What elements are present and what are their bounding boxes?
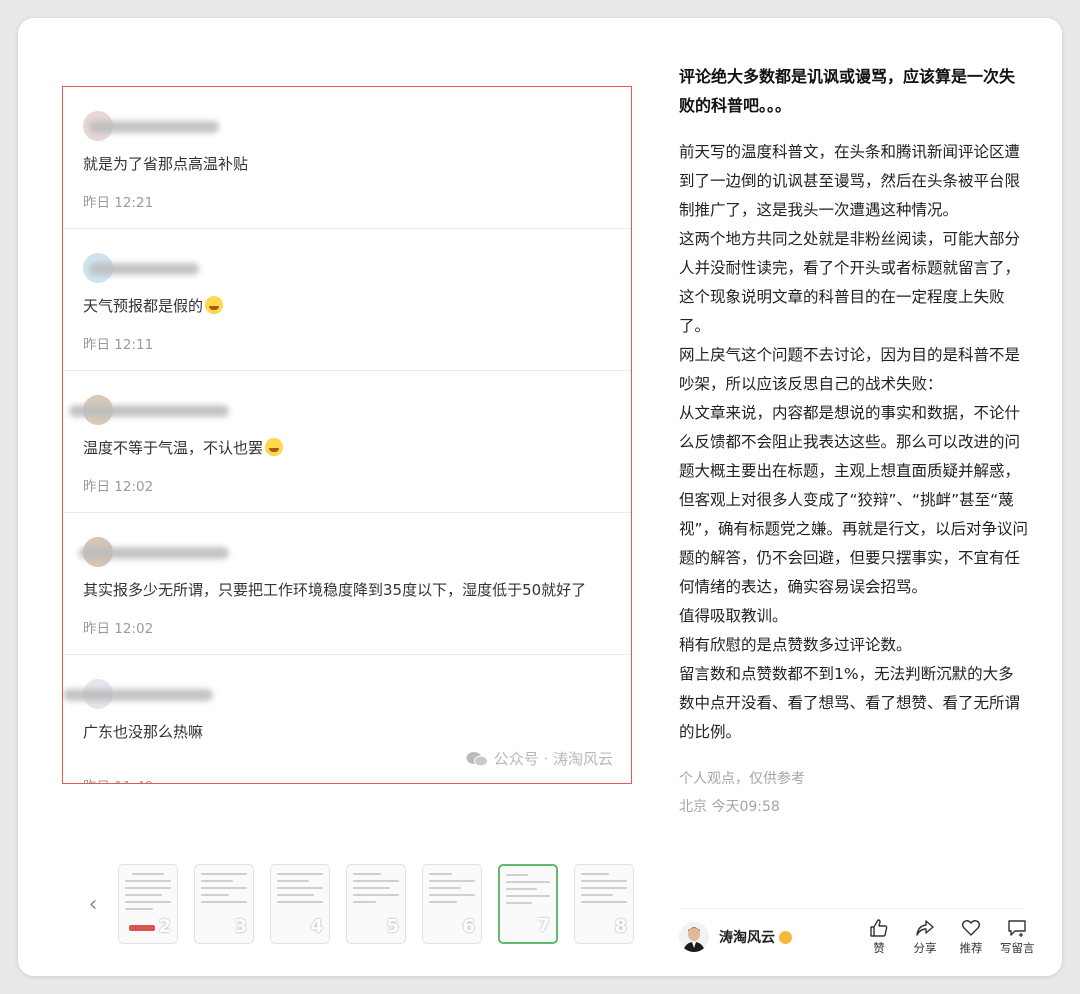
blurred-username bbox=[79, 547, 229, 559]
thumbnail-5[interactable]: 5 bbox=[346, 864, 406, 944]
comment-text: 其实报多少无所谓，只要把工作环境稳度降到35度以下，湿度低于50就好了 bbox=[83, 581, 587, 599]
write-comment-button[interactable]: 写留言 bbox=[1000, 918, 1035, 956]
post-card: 就是为了省那点高温补贴 昨日 12:21 天气预报都是假的 昨日 12:11 温… bbox=[18, 18, 1062, 976]
post-note: 个人观点，仅供参考 bbox=[679, 771, 805, 787]
author-name[interactable]: 涛淘风云 bbox=[719, 927, 775, 947]
thumbnail-number: 4 bbox=[310, 916, 323, 937]
thumbnail-2[interactable]: 2 bbox=[118, 864, 178, 944]
author-info[interactable]: 涛淘风云 bbox=[679, 922, 792, 952]
comment-text: 广东也没那么热嘛 bbox=[83, 723, 204, 741]
comment-screenshot[interactable]: 就是为了省那点高温补贴 昨日 12:21 天气预报都是假的 昨日 12:11 温… bbox=[62, 86, 632, 784]
watermark-text: 公众号 · 涛淘风云 bbox=[493, 750, 613, 768]
comment-time: 昨日 11:49 bbox=[83, 775, 153, 783]
comment-item: 其实报多少无所谓，只要把工作环境稳度降到35度以下，湿度低于50就好了 昨日 1… bbox=[63, 513, 631, 655]
thumbnail-4[interactable]: 4 bbox=[270, 864, 330, 944]
post-location-time: 北京 今天09:58 bbox=[679, 799, 780, 815]
share-icon bbox=[916, 920, 934, 936]
verified-badge-icon bbox=[779, 930, 792, 944]
comment-text: 就是为了省那点高温补贴 bbox=[83, 155, 249, 173]
write-comment-label: 写留言 bbox=[1000, 941, 1035, 955]
recommend-button[interactable]: 推荐 bbox=[954, 918, 988, 956]
post-meta: 个人观点，仅供参考 北京 今天09:58 bbox=[679, 765, 1029, 821]
comment-item: 就是为了省那点高温补贴 昨日 12:21 bbox=[63, 87, 631, 229]
like-button[interactable]: 赞 bbox=[862, 918, 896, 956]
thumbnail-number: 2 bbox=[158, 916, 171, 937]
action-bar: 赞 分享 推荐 写留言 bbox=[862, 918, 1035, 956]
author-avatar[interactable] bbox=[679, 922, 709, 952]
comment-item: 天气预报都是假的 昨日 12:11 bbox=[63, 229, 631, 371]
post-content: 评论绝大多数都是讥讽或谩骂，应该算是一次失败的科普吧。。。 前天写的温度科普文，… bbox=[679, 62, 1029, 821]
post-paragraph: 前天写的温度科普文，在头条和腾讯新闻评论区遭到了一边倒的讥讽甚至谩骂，然后在头条… bbox=[679, 143, 1021, 219]
post-paragraph: 网上戾气这个问题不去讨论，因为目的是科普不是吵架，所以应该反思自己的战术失败： bbox=[679, 346, 1021, 393]
prev-image-button[interactable]: ‹ bbox=[84, 890, 102, 920]
blurred-username bbox=[89, 263, 199, 275]
post-paragraph: 这两个地方共同之处就是非粉丝阅读，可能大部分人并没耐性读完，看了个开头或者标题就… bbox=[679, 230, 1021, 335]
post-title: 评论绝大多数都是讥讽或谩骂，应该算是一次失败的科普吧。。。 bbox=[679, 67, 1016, 115]
comment-item: 温度不等于气温，不认也罢 昨日 12:02 bbox=[63, 371, 631, 513]
comment-text: 温度不等于气温，不认也罢 bbox=[83, 437, 284, 458]
share-label: 分享 bbox=[913, 941, 937, 955]
thumbnail-8[interactable]: 8 bbox=[574, 864, 634, 944]
thumbnail-3[interactable]: 3 bbox=[194, 864, 254, 944]
thumbnail-number: 3 bbox=[234, 916, 247, 937]
post-body: 前天写的温度科普文，在头条和腾讯新闻评论区遭到了一边倒的讥讽甚至谩骂，然后在头条… bbox=[679, 138, 1029, 747]
divider bbox=[679, 908, 1023, 909]
heart-icon bbox=[961, 920, 981, 936]
watermark: 公众号 · 涛淘风云 bbox=[466, 748, 613, 769]
thumbnail-7[interactable]: 7 bbox=[498, 864, 558, 944]
blurred-username bbox=[69, 405, 229, 417]
recommend-label: 推荐 bbox=[959, 941, 983, 955]
like-icon bbox=[870, 919, 888, 937]
post-paragraph: 从文章来说，内容都是想说的事实和数据，不论什么反馈都不会阻止我表达这些。那么可以… bbox=[679, 404, 1029, 596]
comment-time: 昨日 12:02 bbox=[83, 479, 154, 495]
share-button[interactable]: 分享 bbox=[908, 918, 942, 956]
laughing-emoji-icon bbox=[205, 296, 224, 314]
comment-time: 昨日 12:02 bbox=[83, 621, 154, 637]
post-paragraph: 留言数和点赞数都不到1%，无法判断沉默的大多数中点开没看、看了想骂、看了想赞、看… bbox=[679, 665, 1021, 741]
smirk-emoji-icon bbox=[265, 438, 284, 456]
post-paragraph: 值得吸取教训。 bbox=[679, 607, 788, 625]
thumbnail-number: 5 bbox=[386, 916, 399, 937]
comment-time: 昨日 12:11 bbox=[83, 337, 154, 353]
thumbnail-6[interactable]: 6 bbox=[422, 864, 482, 944]
thumbnail-number: 6 bbox=[462, 916, 475, 937]
thumbnail-number: 7 bbox=[537, 915, 550, 936]
blurred-username bbox=[63, 689, 213, 701]
comment-icon bbox=[1008, 920, 1026, 937]
post-paragraph: 稍有欣慰的是点赞数多过评论数。 bbox=[679, 636, 912, 654]
wechat-icon bbox=[466, 751, 488, 766]
comment-time: 昨日 12:21 bbox=[83, 195, 154, 211]
thumbnail-number: 8 bbox=[614, 916, 627, 937]
blurred-username bbox=[89, 121, 219, 133]
comment-text: 天气预报都是假的 bbox=[83, 295, 224, 316]
like-label: 赞 bbox=[873, 941, 885, 955]
